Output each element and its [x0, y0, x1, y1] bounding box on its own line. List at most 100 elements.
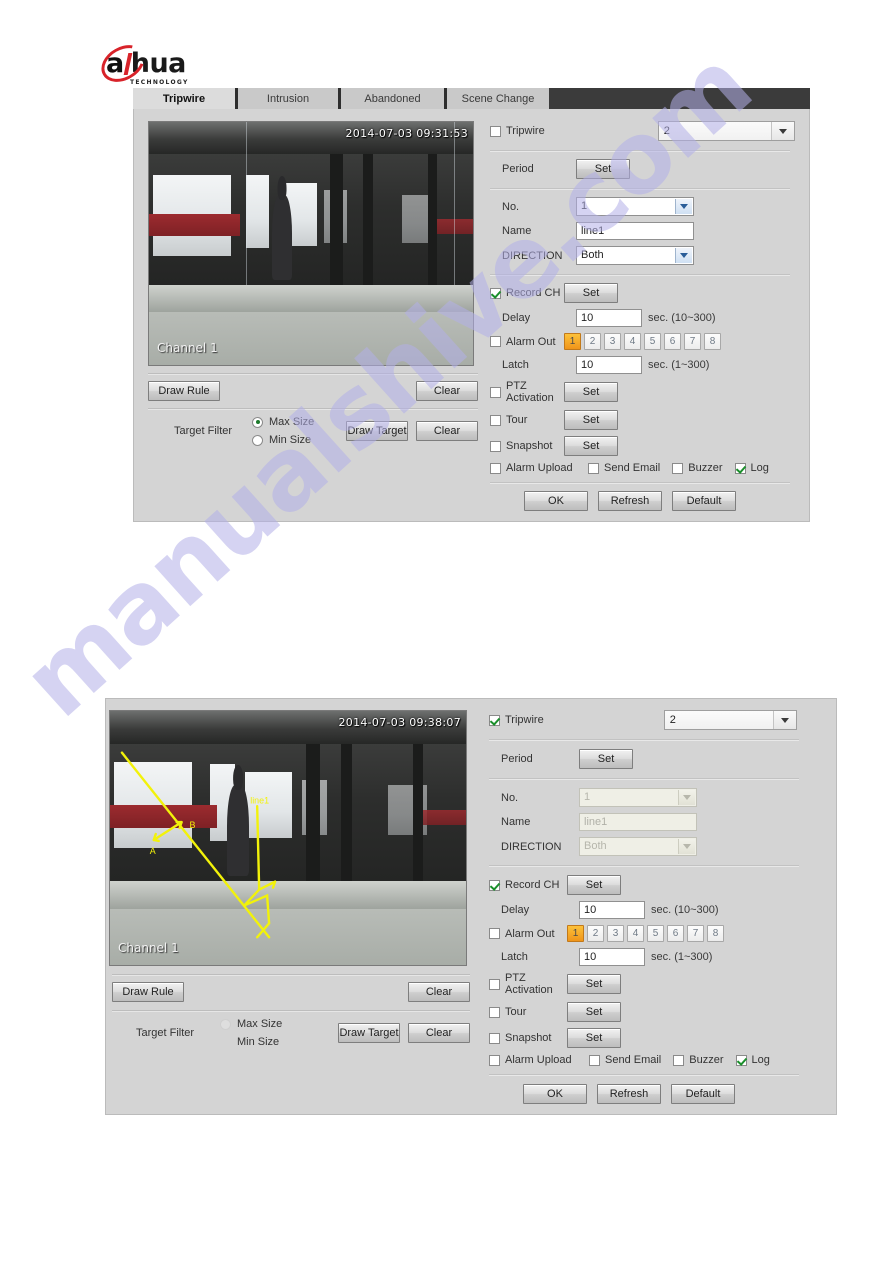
tour-set-button[interactable]: Set — [564, 410, 618, 430]
log-label[interactable]: Log — [752, 1054, 770, 1066]
tour-label[interactable]: Tour — [505, 1006, 526, 1018]
ptz-activation-set-button[interactable]: Set — [567, 974, 621, 994]
ptz-activation-checkbox[interactable] — [489, 978, 500, 990]
alarm-out-button-4[interactable]: 4 — [627, 925, 644, 942]
target-filter-max-option[interactable]: Max Size — [220, 1018, 312, 1030]
alarm-out-button-8[interactable]: 8 — [704, 333, 721, 350]
alarm-out-button-6[interactable]: 6 — [664, 333, 681, 350]
alarm-out-button-8[interactable]: 8 — [707, 925, 724, 942]
alarm-out-button-3[interactable]: 3 — [607, 925, 624, 942]
refresh-button[interactable]: Refresh — [598, 491, 662, 511]
alarm-out-button-2[interactable]: 2 — [587, 925, 604, 942]
alarm-out-button-7[interactable]: 7 — [687, 925, 704, 942]
default-button[interactable]: Default — [671, 1084, 735, 1104]
send-email-label[interactable]: Send Email — [605, 1054, 661, 1066]
record-ch-checkbox[interactable] — [489, 879, 500, 891]
alarm-out-label[interactable]: Alarm Out — [506, 336, 556, 348]
snapshot-checkbox[interactable] — [490, 440, 501, 452]
buzzer-checkbox[interactable] — [673, 1054, 685, 1066]
target-filter-min-option[interactable]: Min Size — [252, 434, 342, 446]
rule-clear-button[interactable]: Clear — [416, 381, 478, 401]
send-email-label[interactable]: Send Email — [604, 462, 660, 474]
ptz-activation-set-button[interactable]: Set — [564, 382, 618, 402]
snapshot-set-button[interactable]: Set — [564, 436, 618, 456]
buzzer-label[interactable]: Buzzer — [688, 462, 722, 474]
min-size-radio[interactable] — [252, 434, 263, 446]
ok-button[interactable]: OK — [523, 1084, 587, 1104]
name-input[interactable]: line1 — [579, 813, 697, 831]
tripwire-rule-overlay[interactable]: B A line1 — [110, 711, 466, 965]
max-size-radio[interactable] — [252, 416, 263, 428]
tour-checkbox[interactable] — [490, 414, 501, 426]
tripwire-enable-label[interactable]: Tripwire — [505, 714, 544, 726]
target-filter-max-option[interactable]: Max Size — [252, 416, 342, 428]
record-ch-set-button[interactable]: Set — [564, 283, 618, 303]
alarm-out-checkbox[interactable] — [490, 336, 501, 347]
name-input[interactable]: line1 — [576, 222, 694, 240]
no-select[interactable]: 1 — [579, 788, 697, 807]
tripwire-enable-checkbox[interactable] — [489, 714, 500, 726]
snapshot-checkbox[interactable] — [489, 1032, 500, 1044]
alarm-upload-label[interactable]: Alarm Upload — [505, 1054, 572, 1066]
buzzer-label[interactable]: Buzzer — [689, 1054, 723, 1066]
draw-rule-button[interactable]: Draw Rule — [148, 381, 220, 401]
delay-input[interactable]: 10 — [579, 901, 645, 919]
alarm-out-button-5[interactable]: 5 — [644, 333, 661, 350]
draw-target-button[interactable]: Draw Target — [346, 421, 408, 441]
alarm-out-button-1[interactable]: 1 — [564, 333, 581, 350]
snapshot-label[interactable]: Snapshot — [505, 1032, 551, 1044]
video-preview-top[interactable]: 2014-07-03 09:31:53 Channel 1 — [148, 121, 474, 366]
alarm-out-button-3[interactable]: 3 — [604, 333, 621, 350]
alarm-out-button-4[interactable]: 4 — [624, 333, 641, 350]
period-set-button[interactable]: Set — [576, 159, 630, 179]
buzzer-checkbox[interactable] — [672, 462, 684, 474]
record-ch-label[interactable]: Record CH — [506, 287, 560, 299]
tour-label[interactable]: Tour — [506, 414, 527, 426]
alarm-out-button-6[interactable]: 6 — [667, 925, 684, 942]
ptz-activation-label[interactable]: PTZ Activation — [506, 380, 564, 404]
log-checkbox[interactable] — [735, 1054, 747, 1066]
tripwire-enable-checkbox[interactable] — [490, 125, 501, 137]
target-clear-button[interactable]: Clear — [416, 421, 478, 441]
ok-button[interactable]: OK — [524, 491, 588, 511]
ptz-activation-checkbox[interactable] — [490, 386, 501, 398]
tour-checkbox[interactable] — [489, 1006, 500, 1018]
target-clear-button[interactable]: Clear — [408, 1023, 470, 1043]
channel-select[interactable]: 2 — [657, 121, 795, 141]
target-filter-min-option[interactable]: Min Size — [220, 1036, 312, 1048]
rule-clear-button[interactable]: Clear — [408, 982, 470, 1002]
alarm-upload-label[interactable]: Alarm Upload — [506, 462, 573, 474]
latch-input[interactable]: 10 — [576, 356, 642, 374]
snapshot-label[interactable]: Snapshot — [506, 440, 552, 452]
send-email-checkbox[interactable] — [589, 1054, 600, 1066]
alarm-out-button-2[interactable]: 2 — [584, 333, 601, 350]
direction-select[interactable]: Both — [579, 837, 697, 856]
alarm-out-button-5[interactable]: 5 — [647, 925, 664, 942]
tab-abandoned[interactable]: Abandoned — [341, 88, 447, 109]
draw-target-button[interactable]: Draw Target — [338, 1023, 400, 1043]
draw-rule-button[interactable]: Draw Rule — [112, 982, 184, 1002]
tour-set-button[interactable]: Set — [567, 1002, 621, 1022]
alarm-upload-checkbox[interactable] — [490, 462, 501, 474]
latch-input[interactable]: 10 — [579, 948, 645, 966]
alarm-out-button-1[interactable]: 1 — [567, 925, 584, 942]
snapshot-set-button[interactable]: Set — [567, 1028, 621, 1048]
record-ch-set-button[interactable]: Set — [567, 875, 621, 895]
default-button[interactable]: Default — [672, 491, 736, 511]
refresh-button[interactable]: Refresh — [597, 1084, 661, 1104]
period-set-button[interactable]: Set — [579, 749, 633, 769]
direction-select[interactable]: Both — [576, 246, 694, 265]
log-label[interactable]: Log — [751, 462, 769, 474]
max-size-radio[interactable] — [220, 1018, 231, 1030]
tab-intrusion[interactable]: Intrusion — [238, 88, 341, 109]
alarm-out-button-7[interactable]: 7 — [684, 333, 701, 350]
tab-scene-change[interactable]: Scene Change — [447, 88, 549, 109]
record-ch-label[interactable]: Record CH — [505, 879, 559, 891]
no-select[interactable]: 1 — [576, 197, 694, 216]
channel-select[interactable]: 2 — [663, 710, 797, 730]
alarm-out-checkbox[interactable] — [489, 928, 500, 939]
ptz-activation-label[interactable]: PTZ Activation — [505, 972, 567, 996]
video-preview-bottom[interactable]: B A line1 2014-07-03 09:38:07 Channel 1 — [109, 710, 467, 966]
tripwire-enable-label[interactable]: Tripwire — [506, 125, 545, 137]
alarm-out-label[interactable]: Alarm Out — [505, 928, 555, 940]
